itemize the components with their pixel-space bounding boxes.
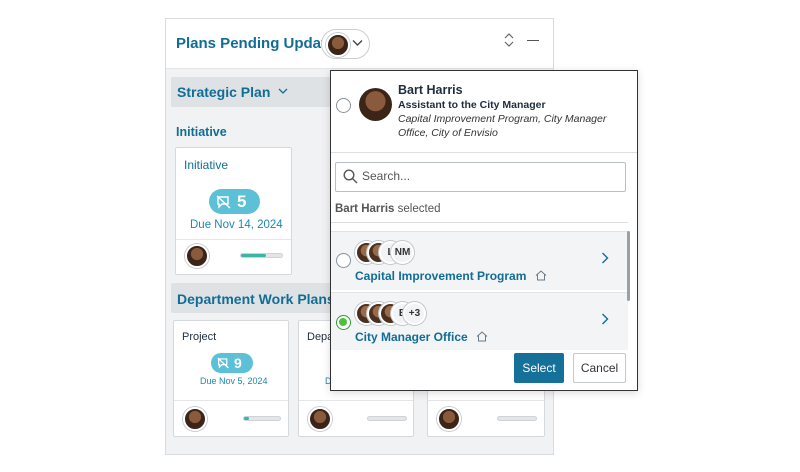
collapse-icon[interactable] (504, 33, 514, 48)
owner-avatar (185, 244, 209, 268)
strategic-plan-section[interactable]: Strategic Plan (171, 77, 341, 107)
user-name: Bart Harris (398, 83, 463, 97)
project-card[interactable]: Project 9 Due Nov 5, 2024 (173, 320, 289, 437)
list-scrollbar[interactable] (627, 231, 630, 301)
strategic-plan-label: Strategic Plan (177, 84, 288, 100)
user-org: Capital Improvement Program, City Manage… (398, 113, 607, 139)
list-item-label: City Manager Office (355, 330, 488, 344)
home-icon (535, 270, 547, 281)
no-comment-icon (216, 195, 231, 209)
department-work-plans-label: Department Work Plans (177, 291, 351, 307)
initiative-card[interactable]: Initiative 5 Due Nov 14, 2024 (175, 147, 292, 275)
chevron-down-icon (278, 88, 288, 94)
item-radio[interactable] (336, 315, 351, 330)
search-icon (343, 169, 358, 189)
user-avatar (359, 88, 392, 121)
user-selection-dropdown: Bart Harris Assistant to the City Manage… (330, 70, 638, 391)
search-field[interactable] (335, 162, 626, 192)
chevron-right-icon[interactable] (601, 251, 609, 267)
list-item-city-manager-office[interactable]: B +3 City Manager Office (331, 292, 628, 350)
card-title: Initiative (184, 158, 229, 172)
progress-bar (243, 416, 281, 421)
progress-bar (240, 253, 283, 258)
user-filter-button[interactable] (321, 29, 370, 59)
progress-bar (497, 416, 537, 421)
widget-title: Plans Pending Updates (176, 35, 343, 52)
chevron-down-icon (352, 38, 363, 50)
home-icon (476, 331, 488, 342)
selected-note: Bart Harris selected (335, 203, 441, 215)
card-title: Project (182, 331, 217, 343)
cancel-button[interactable]: Cancel (573, 353, 626, 383)
minimize-icon[interactable] (527, 40, 539, 41)
list-item-capital-improvement-program[interactable]: L NM Capital Improvement Program (331, 231, 628, 290)
initiative-heading: Initiative (176, 125, 227, 139)
item-radio[interactable] (336, 253, 351, 268)
list-item-label: Capital Improvement Program (355, 269, 547, 283)
pending-count-badge: 5 (209, 189, 260, 214)
owner-avatar (437, 407, 461, 431)
search-input[interactable] (362, 169, 612, 183)
user-radio[interactable] (336, 98, 351, 113)
user-role: Assistant to the City Manager (398, 99, 546, 111)
widget-header: Plans Pending Updates (166, 19, 553, 69)
chevron-right-icon[interactable] (601, 312, 609, 328)
pending-count-badge: 9 (211, 353, 253, 373)
progress-bar (367, 416, 407, 421)
select-button[interactable]: Select (514, 353, 564, 383)
due-date: Due Nov 5, 2024 (200, 376, 268, 386)
no-comment-icon (217, 357, 229, 369)
due-date: Due Nov 14, 2024 (190, 219, 283, 231)
user-avatar (326, 33, 350, 57)
owner-avatar (183, 407, 207, 431)
owner-avatar (308, 407, 332, 431)
